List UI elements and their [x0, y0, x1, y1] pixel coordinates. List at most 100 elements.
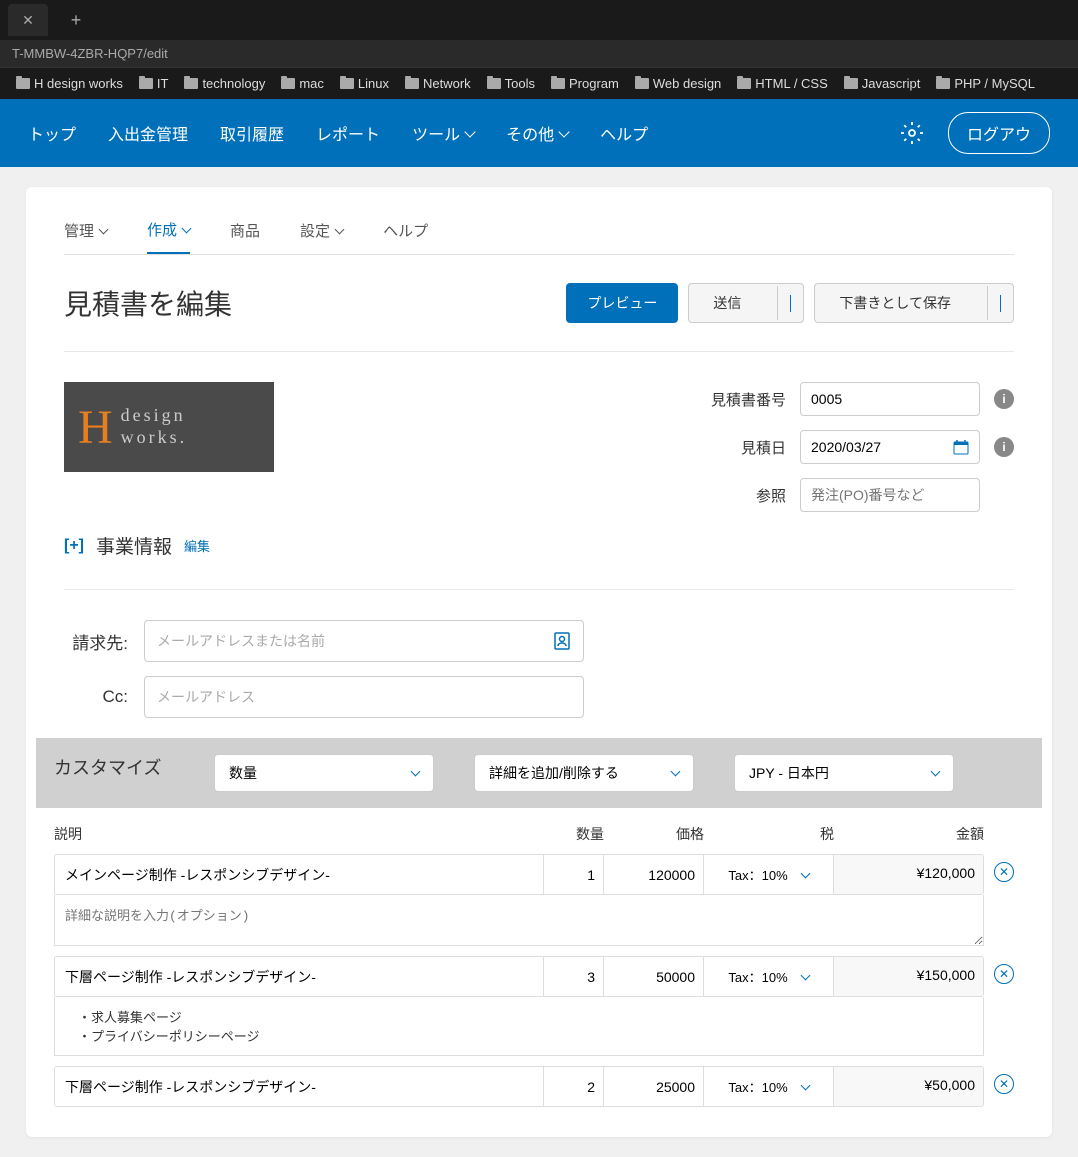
folder-icon: [139, 78, 153, 89]
nav-history[interactable]: 取引履歴: [220, 121, 284, 145]
bookmark-item[interactable]: Tools: [487, 76, 535, 91]
calendar-icon: [953, 439, 969, 455]
chevron-down-icon: [931, 767, 941, 777]
save-draft-button[interactable]: 下書きとして保存: [814, 283, 1014, 323]
tab-products[interactable]: 商品: [230, 219, 260, 254]
folder-icon: [184, 78, 198, 89]
bookmark-item[interactable]: IT: [139, 76, 169, 91]
expand-icon[interactable]: [+]: [64, 537, 84, 555]
nav-tools[interactable]: ツール: [412, 121, 474, 145]
main-nav: トップ 入出金管理 取引履歴 レポート ツール その他 ヘルプ ログアウ: [0, 99, 1078, 167]
item-price-input[interactable]: [603, 957, 703, 996]
chevron-down-icon: [182, 223, 192, 233]
bookmark-item[interactable]: Program: [551, 76, 619, 91]
chevron-down-icon: [464, 126, 475, 137]
bookmark-item[interactable]: mac: [281, 76, 324, 91]
col-description: 説明: [54, 824, 544, 844]
chevron-down-icon: [335, 224, 345, 234]
item-price-input[interactable]: [603, 1067, 703, 1106]
chevron-down-icon: [800, 868, 810, 878]
item-description-input[interactable]: [55, 1067, 543, 1106]
browser-tab-bar: ✕ +: [0, 0, 1078, 40]
bookmark-item[interactable]: technology: [184, 76, 265, 91]
item-detail-input[interactable]: ・求人募集ページ ・プライバシーポリシーページ: [54, 997, 984, 1056]
folder-icon: [551, 78, 565, 89]
chevron-down-icon: [558, 126, 569, 137]
reference-input[interactable]: [800, 478, 980, 512]
col-price: 価格: [604, 824, 704, 844]
bookmark-item[interactable]: H design works: [16, 76, 123, 91]
chevron-down-icon[interactable]: [777, 286, 803, 320]
detail-select[interactable]: 詳細を追加/削除する: [474, 754, 694, 792]
folder-icon: [340, 78, 354, 89]
tab-help[interactable]: ヘルプ: [383, 219, 428, 254]
bookmark-item[interactable]: HTML / CSS: [737, 76, 827, 91]
info-icon[interactable]: i: [994, 437, 1014, 457]
delete-item-button[interactable]: ✕: [994, 964, 1014, 984]
nav-help[interactable]: ヘルプ: [600, 121, 648, 145]
chevron-down-icon: [99, 224, 109, 234]
chevron-down-icon[interactable]: [987, 286, 1013, 320]
line-item-row: Tax：10% ¥120,000 ✕: [36, 854, 1042, 956]
item-quantity-input[interactable]: [543, 1067, 603, 1106]
delete-item-button[interactable]: ✕: [994, 862, 1014, 882]
bookmark-item[interactable]: Javascript: [844, 76, 921, 91]
page-title: 見積書を編集: [64, 283, 232, 323]
cc-label: Cc:: [64, 687, 128, 707]
logout-button[interactable]: ログアウ: [948, 112, 1050, 154]
nav-top[interactable]: トップ: [28, 121, 76, 145]
item-tax-select[interactable]: Tax：10%: [703, 957, 833, 996]
item-description-input[interactable]: [55, 855, 543, 894]
browser-new-tab[interactable]: +: [56, 4, 96, 36]
item-detail-input[interactable]: [54, 895, 984, 946]
nav-report[interactable]: レポート: [316, 121, 380, 145]
item-quantity-input[interactable]: [543, 855, 603, 894]
currency-select[interactable]: JPY - 日本円: [734, 754, 954, 792]
items-header: 説明 数量 価格 税 金額: [36, 808, 1042, 854]
quantity-select[interactable]: 数量: [214, 754, 434, 792]
customize-bar: カスタマイズ 数量 詳細を追加/削除する JPY - 日本円: [36, 738, 1042, 808]
folder-icon: [635, 78, 649, 89]
preview-button[interactable]: プレビュー: [566, 283, 678, 323]
item-quantity-input[interactable]: [543, 957, 603, 996]
delete-item-button[interactable]: ✕: [994, 1074, 1014, 1094]
item-amount: ¥50,000: [833, 1067, 983, 1106]
tab-manage[interactable]: 管理: [64, 219, 107, 254]
nav-other[interactable]: その他: [506, 121, 568, 145]
business-info-label: 事業情報: [96, 532, 172, 559]
item-amount: ¥120,000: [833, 855, 983, 894]
line-item-row: Tax：10% ¥50,000 ✕: [36, 1066, 1042, 1117]
quote-number-input[interactable]: [800, 382, 980, 416]
cc-input[interactable]: メールアドレス: [144, 676, 584, 718]
tab-settings[interactable]: 設定: [300, 219, 343, 254]
bill-to-label: 請求先:: [64, 629, 128, 654]
bookmark-item[interactable]: PHP / MySQL: [936, 76, 1035, 91]
item-tax-select[interactable]: Tax：10%: [703, 1067, 833, 1106]
bookmark-item[interactable]: Web design: [635, 76, 721, 91]
tab-create[interactable]: 作成: [147, 219, 190, 254]
chevron-down-icon: [800, 1080, 810, 1090]
chevron-down-icon: [411, 767, 421, 777]
item-description-input[interactable]: [55, 957, 543, 996]
chevron-down-icon: [671, 767, 681, 777]
folder-icon: [844, 78, 858, 89]
contact-icon: [553, 631, 571, 651]
gear-icon[interactable]: [900, 121, 924, 145]
browser-tab-close[interactable]: ✕: [8, 4, 48, 36]
line-item-row: Tax：10% ¥150,000 ・求人募集ページ ・プライバシーポリシーページ…: [36, 956, 1042, 1066]
item-price-input[interactable]: [603, 855, 703, 894]
nav-deposit[interactable]: 入出金管理: [108, 121, 188, 145]
folder-icon: [281, 78, 295, 89]
bookmark-bar: H design works IT technology mac Linux N…: [0, 67, 1078, 99]
item-tax-select[interactable]: Tax：10%: [703, 855, 833, 894]
send-button[interactable]: 送信: [688, 283, 804, 323]
bookmark-item[interactable]: Network: [405, 76, 471, 91]
browser-url-bar[interactable]: T-MMBW-4ZBR-HQP7/edit: [0, 40, 1078, 67]
chevron-down-icon: [800, 970, 810, 980]
quote-date-input[interactable]: 2020/03/27: [800, 430, 980, 464]
folder-icon: [737, 78, 751, 89]
info-icon[interactable]: i: [994, 389, 1014, 409]
bookmark-item[interactable]: Linux: [340, 76, 389, 91]
edit-link[interactable]: 編集: [184, 536, 210, 555]
bill-to-input[interactable]: メールアドレスまたは名前: [144, 620, 584, 662]
